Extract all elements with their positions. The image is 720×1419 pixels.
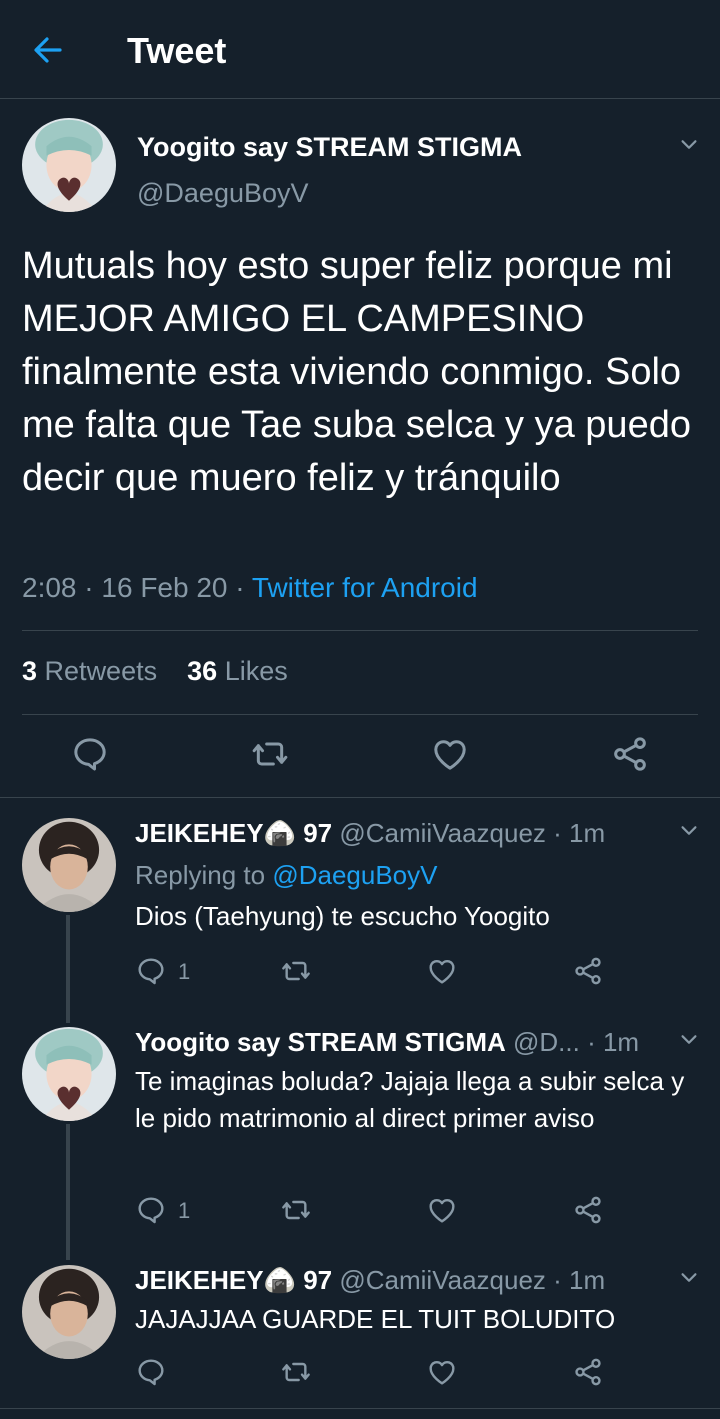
reply-count: 1 — [178, 959, 191, 984]
share-icon[interactable] — [610, 734, 650, 774]
thread-line — [66, 915, 70, 1023]
divider — [22, 630, 698, 631]
reply-author-name[interactable]: Yoogito say STREAM STIGMA — [135, 1027, 506, 1057]
mention-link[interactable]: @DaeguBoyV — [272, 860, 437, 890]
avatar[interactable] — [22, 1265, 116, 1359]
replying-to: Replying to @DaeguBoyV — [135, 860, 437, 891]
tweet-meta: 2:08 · 16 Feb 20 · Twitter for Android — [22, 572, 478, 603]
reply-author-name[interactable]: JEIKEHEY🍙 97 — [135, 1265, 332, 1295]
arrow-left-icon[interactable] — [28, 30, 68, 70]
tweet-time: 2:08 — [22, 572, 77, 603]
avatar[interactable] — [22, 118, 116, 212]
divider — [22, 714, 698, 715]
reply-author-handle[interactable]: @CamiiVaazquez · 1m — [339, 1265, 605, 1295]
replying-label: Replying to — [135, 860, 266, 890]
share-icon[interactable] — [572, 1356, 604, 1388]
chevron-down-icon[interactable] — [678, 1029, 700, 1051]
top-bar: Tweet — [0, 0, 720, 99]
reply-author-handle[interactable]: @D... · 1m — [513, 1027, 639, 1057]
reply-icon[interactable] — [70, 734, 110, 774]
reply-author-name[interactable]: JEIKEHEY🍙 97 — [135, 818, 332, 848]
likes-number: 36 — [187, 656, 218, 686]
avatar[interactable] — [22, 818, 116, 912]
reply-icon[interactable] — [135, 1194, 167, 1226]
reply-count: 1 — [178, 1198, 191, 1223]
chevron-down-icon[interactable] — [678, 1267, 700, 1289]
like-icon[interactable] — [430, 734, 470, 774]
retweet-icon[interactable] — [280, 1194, 312, 1226]
retweets-number: 3 — [22, 656, 38, 686]
retweets-count[interactable]: 3 Retweets — [22, 656, 157, 686]
divider — [0, 1408, 720, 1409]
like-icon[interactable] — [426, 1356, 458, 1388]
author-handle[interactable]: @DaeguBoyV — [137, 178, 309, 209]
engagement-counts: 3 Retweets 36 Likes — [22, 656, 288, 687]
reply-header: JEIKEHEY🍙 97 @CamiiVaazquez · 1m — [135, 1265, 605, 1296]
reply-header: JEIKEHEY🍙 97 @CamiiVaazquez · 1m — [135, 818, 605, 849]
reply-text: Te imaginas boluda? Jajaja llega a subir… — [135, 1066, 685, 1133]
likes-label: Likes — [224, 656, 288, 686]
avatar[interactable] — [22, 1027, 116, 1121]
tweet-source[interactable]: Twitter for Android — [252, 572, 478, 603]
share-icon[interactable] — [572, 955, 604, 987]
divider — [0, 797, 720, 798]
tweet-date: 16 Feb 20 — [101, 572, 228, 603]
chevron-down-icon[interactable] — [678, 134, 700, 156]
reply-text: JAJAJJAA GUARDE EL TUIT BOLUDITO — [135, 1304, 616, 1334]
likes-count[interactable]: 36 Likes — [187, 656, 288, 686]
chevron-down-icon[interactable] — [678, 820, 700, 842]
like-icon[interactable] — [426, 955, 458, 987]
reply-icon[interactable] — [135, 1356, 167, 1388]
retweets-label: Retweets — [44, 656, 158, 686]
thread-line — [66, 1124, 70, 1260]
retweet-icon[interactable] — [250, 734, 290, 774]
reply-header: Yoogito say STREAM STIGMA @D... · 1m — [135, 1027, 639, 1058]
author-name[interactable]: Yoogito say STREAM STIGMA — [137, 132, 522, 163]
retweet-icon[interactable] — [280, 1356, 312, 1388]
reply-icon[interactable] — [135, 955, 167, 987]
retweet-icon[interactable] — [280, 955, 312, 987]
like-icon[interactable] — [426, 1194, 458, 1226]
share-icon[interactable] — [572, 1194, 604, 1226]
reply-author-handle[interactable]: @CamiiVaazquez · 1m — [339, 818, 605, 848]
page-title: Tweet — [127, 30, 227, 71]
reply-text: Dios (Taehyung) te escucho Yoogito — [135, 901, 550, 931]
tweet-text: Mutuals hoy esto super feliz porque mi M… — [22, 245, 691, 499]
